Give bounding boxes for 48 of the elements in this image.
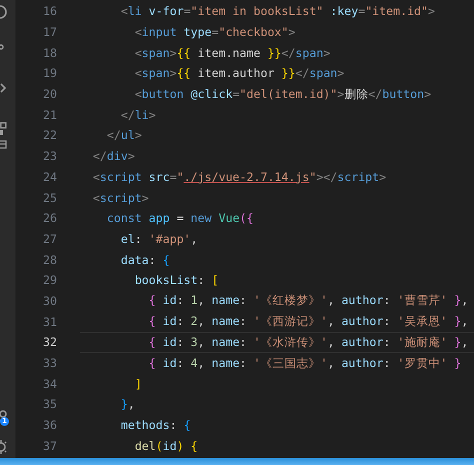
- code-line: <span>{{ item.author }}</span>: [134, 66, 344, 80]
- line-number: 16: [42, 4, 57, 18]
- line-number: 30: [42, 294, 57, 308]
- line-number: 28: [42, 252, 57, 267]
- code-line: },: [120, 397, 135, 412]
- code-line: <li v-for="item in booksList" :key="item.id">: [120, 4, 435, 18]
- chevron-icon[interactable]: [0, 83, 7, 93]
- gear-icon[interactable]: [0, 440, 7, 454]
- line-number: 26: [42, 211, 57, 226]
- line-number: 29: [42, 273, 57, 288]
- code-line: <span>{{ item.name }}</span>: [134, 46, 330, 60]
- code-line: </div>: [92, 149, 135, 164]
- code-line: { id: 1, name: '《红楼梦》', author: '曹雪芹' },: [148, 293, 468, 308]
- line-number: 19: [42, 66, 57, 80]
- code-line: { id: 3, name: '《水浒传》', author: '施耐庵' },: [148, 334, 468, 350]
- code-line: <input type="checkbox">: [134, 25, 296, 40]
- code-line: <script>: [92, 190, 149, 205]
- code-line: { id: 2, name: '《西游记》', author: '吴承恩' },: [148, 314, 468, 330]
- code-line: ]: [134, 376, 142, 391]
- line-number: 24: [42, 170, 57, 184]
- line-number: 36: [42, 418, 57, 432]
- code-line: { id: 4, name: '《三国志》', author: '罗贯中' }: [148, 356, 462, 371]
- code-line: el: '#app',: [120, 232, 198, 246]
- line-number: 18: [42, 46, 57, 60]
- line-number: 20: [42, 87, 57, 102]
- code-line: booksList: [: [134, 273, 219, 288]
- line-number: 31: [42, 314, 57, 329]
- line-number: 37: [42, 438, 57, 453]
- line-number: 33: [42, 356, 57, 370]
- line-number: 22: [42, 128, 57, 142]
- squares-icon[interactable]: [0, 122, 7, 136]
- line-number: 35: [42, 397, 57, 412]
- code-line: methods: {: [120, 418, 191, 432]
- line-number: 32: [42, 335, 57, 350]
- code-line: </ul>: [106, 128, 142, 142]
- line-number: 27: [42, 232, 57, 246]
- line-number: 21: [42, 108, 57, 122]
- code-line: <button @click="del(item.id)">删除</button>: [134, 86, 432, 102]
- code-line: <script src="./js/vue-2.7.14.js"></script>: [92, 170, 386, 184]
- code-line: </li>: [120, 108, 156, 122]
- line-number: 34: [42, 376, 57, 391]
- window-icon[interactable]: [0, 140, 7, 149]
- code-line: del(id) {: [134, 438, 198, 453]
- line-number: 23: [42, 149, 57, 164]
- code-line: data: {: [120, 252, 170, 267]
- line-number: 25: [42, 190, 57, 205]
- line-number: 17: [42, 25, 57, 40]
- code-line: const app = new Vue({: [106, 211, 254, 226]
